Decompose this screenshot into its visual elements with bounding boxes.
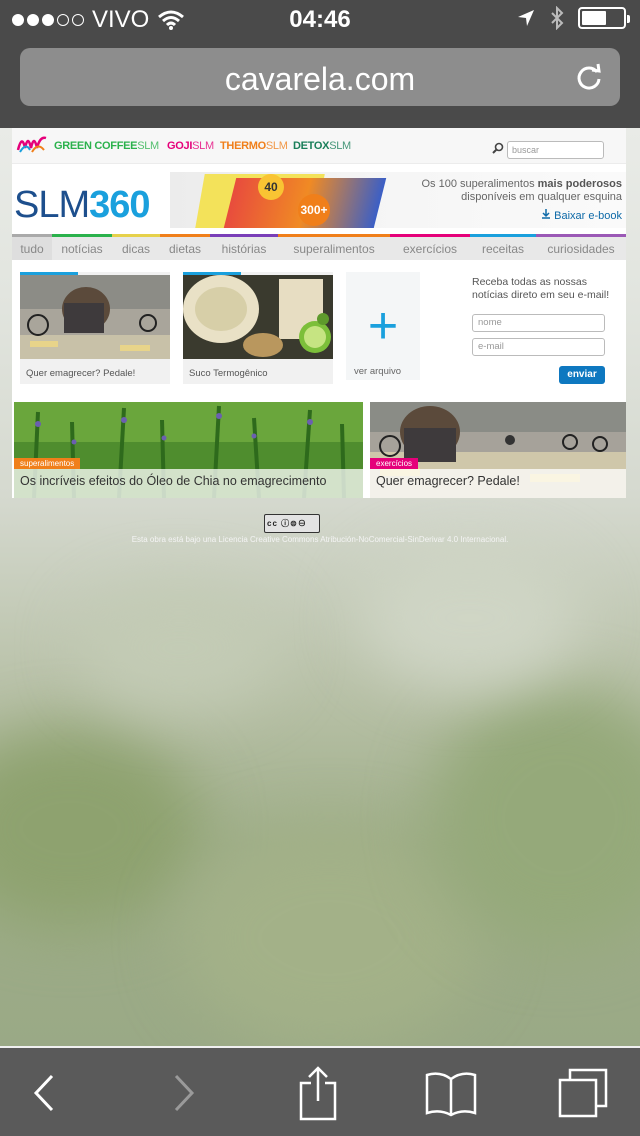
brand-goji-link[interactable]: GOJISLM [167,140,214,152]
article-photo-juice [183,275,333,359]
back-button[interactable] [14,1048,74,1136]
featured-article[interactable]: superalimentos Os incríveis efeitos do Ó… [14,402,363,498]
nav-tab-exercicios[interactable]: exercícios [390,234,470,260]
location-arrow-icon [518,10,534,26]
tabs-button[interactable] [552,1048,614,1136]
battery-icon [578,7,630,29]
logo-slm: SLM [14,184,90,226]
forward-button[interactable] [154,1048,214,1136]
tabs-icon [558,1068,608,1118]
nav-tab-tudo[interactable]: tudo [12,234,52,260]
cc-badge-text: cc [267,519,278,528]
download-ebook-link[interactable]: Baixar e-book [541,209,622,222]
forward-arrow-icon [174,1074,195,1112]
brand-name: GREEN COFFEE [54,140,138,152]
name-field[interactable]: nome [472,314,605,332]
nav-tab-historias[interactable]: histórias [210,234,278,260]
card-caption: Quer emagrecer? Pedale! [26,368,136,379]
email-field[interactable]: e-mail [472,338,605,356]
share-button[interactable] [288,1048,348,1136]
reload-icon[interactable] [574,62,604,92]
category-nav: tudo notícias dicas dietas histórias sup… [12,234,626,260]
url-text: cavarela.com [224,61,416,97]
creative-commons-badge[interactable]: cc ⓘ⊜⊖ [264,514,320,533]
submit-button[interactable]: enviar [559,366,605,384]
nav-tab-noticias[interactable]: notícias [52,234,112,260]
license-text: Esta obra está bajo una Licencia Creativ… [131,535,509,544]
card-caption: Suco Termogênico [189,368,268,379]
article-card[interactable]: Suco Termogênico [183,272,333,384]
logo-number: 360 [89,184,150,226]
status-bar: VIVO 04:46 [0,0,640,40]
brand-suffix: SLM [192,140,214,152]
archive-button[interactable]: + ver arquivo [346,272,420,380]
banner-badge: 40 [258,174,284,200]
network-logo[interactable] [16,132,48,160]
search-input[interactable]: buscar [507,141,604,159]
ebook-label: Baixar e-book [554,210,622,222]
nav-label: curiosidades [547,242,615,256]
category-tag[interactable]: exercícios [370,458,419,469]
browser-toolbar: cavarela.com [0,40,640,128]
plus-icon: + [367,297,399,355]
nav-label: notícias [61,242,103,256]
nav-tab-receitas[interactable]: receitas [470,234,536,260]
brand-thermo-link[interactable]: THERMOSLM [220,140,288,152]
brand-suffix: SLM [137,140,159,152]
nav-tab-dicas[interactable]: dicas [112,234,160,260]
featured-article[interactable]: exercícios Quer emagrecer? Pedale! [370,402,626,498]
brand-name: GOJI [167,140,193,152]
brand-suffix: SLM [329,140,351,152]
download-icon [542,209,551,219]
category-tag[interactable]: superalimentos [14,458,81,469]
brand-name: THERMO [220,140,266,152]
nav-label: receitas [481,242,525,256]
feature-title: Quer emagrecer? Pedale! [370,469,626,498]
nav-tab-curiosidades[interactable]: curiosidades [536,234,626,260]
nav-label: tudo [20,242,44,256]
bookmarks-button[interactable] [420,1048,482,1136]
nav-label: histórias [221,242,267,256]
newsletter-text: Receba todas as nossas notícias direto e… [472,276,610,301]
article-photo-cyclist [20,275,170,359]
brand-detox-link[interactable]: DETOXSLM [293,140,351,152]
brand-bar: GREEN COFFEESLM GOJISLM THERMOSLM DETOXS… [12,128,626,164]
nav-label: dicas [121,242,150,256]
back-arrow-icon [33,1074,54,1112]
brand-name: DETOX [293,140,330,152]
archive-label: ver arquivo [354,366,401,377]
nav-label: exercícios [402,242,458,256]
banner-line1-bold: mais poderosos [537,178,622,190]
newsletter-form: Receba todas as nossas notícias direto e… [472,276,612,384]
bluetooth-icon [551,6,564,30]
nav-tab-superalimentos[interactable]: superalimentos [278,234,390,260]
banner-line2: disponíveis em qualquer esquina [461,191,622,203]
bookmarks-book-icon [425,1072,477,1117]
browser-bottom-toolbar [0,1046,640,1136]
nav-label: dietas [168,242,202,256]
brand-green-coffee-link[interactable]: GREEN COFFEESLM [54,140,159,152]
feature-title: Os incríveis efeitos do Óleo de Chia no … [14,469,363,498]
banner-text: Os 100 superalimentos mais poderosos dis… [421,178,622,204]
share-icon [299,1066,337,1121]
banner-line1: Os 100 superalimentos [421,178,538,190]
site-logo[interactable]: SLM360 [14,184,151,227]
brand-suffix: SLM [265,140,288,152]
address-bar[interactable]: cavarela.com [20,48,620,106]
nav-tab-dietas[interactable]: dietas [160,234,210,260]
article-card[interactable]: Quer emagrecer? Pedale! [20,272,170,384]
search-icon[interactable] [492,142,504,154]
web-page: GREEN COFFEESLM GOJISLM THERMOSLM DETOXS… [12,128,626,498]
nav-label: superalimentos [293,242,375,256]
banner-badge: 300+ [298,194,330,226]
